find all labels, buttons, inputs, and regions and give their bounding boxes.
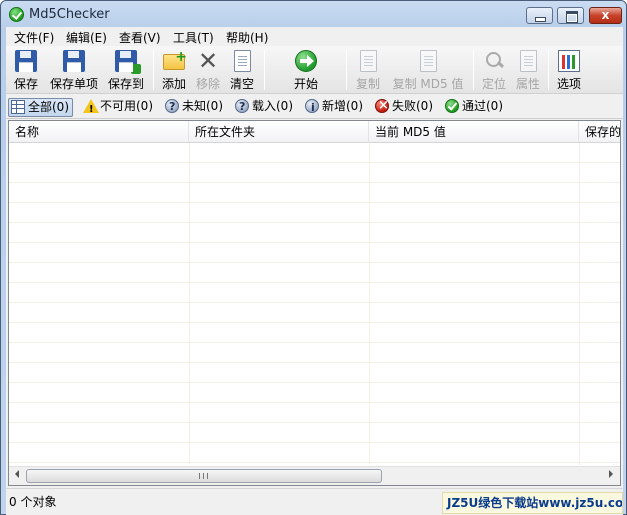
close-button[interactable]: x — [589, 7, 622, 24]
client-area: 文件(F) 编辑(E) 查看(V) 工具(T) 帮助(H) 保存 保存单项 保存… — [6, 27, 623, 515]
horizontal-scrollbar[interactable] — [9, 466, 620, 485]
start-button[interactable]: 开始 — [286, 48, 326, 92]
save-item-button[interactable]: 保存单项 — [46, 48, 102, 92]
save-label: 保存 — [13, 77, 38, 91]
filter-bar: 全部(0) 不可用(0) 未知(0) 载入(0) 新增(0) 失败(0) — [6, 95, 623, 119]
locate-label: 定位 — [481, 77, 506, 91]
remove-button[interactable]: ✕ 移除 — [192, 48, 224, 92]
options-icon — [558, 50, 580, 72]
copy-button[interactable]: 复制 — [352, 48, 384, 92]
toolbar: 保存 保存单项 保存到 + 添加 ✕ 移除 清空 开始 复制 复制 MD5 值 … — [6, 46, 623, 94]
scrollbar-thumb[interactable] — [26, 469, 382, 483]
clear-label: 清空 — [229, 77, 254, 91]
filter-loaded-label: 载入(0) — [252, 99, 293, 113]
toolbar-separator — [548, 50, 549, 90]
scroll-right-icon[interactable] — [609, 470, 613, 478]
filter-new[interactable]: 新增(0) — [303, 98, 363, 117]
close-icon: x — [601, 8, 610, 22]
column-header-current-md5[interactable]: 当前 MD5 值 — [369, 121, 579, 143]
properties-icon — [520, 50, 537, 72]
maximize-button[interactable] — [557, 7, 584, 24]
menu-file[interactable]: 文件(F) — [14, 29, 54, 46]
floppy-disk-arrow-icon — [115, 50, 141, 74]
column-divider — [189, 143, 190, 465]
title-bar[interactable]: Md5Checker x — [1, 1, 626, 27]
column-header-name[interactable]: 名称 — [9, 121, 189, 143]
list-header: 名称 所在文件夹 当前 MD5 值 保存的 — [9, 121, 620, 143]
filter-unknown-label: 未知(0) — [182, 99, 223, 113]
list-rows — [9, 143, 620, 465]
save-item-label: 保存单项 — [49, 77, 98, 91]
properties-button[interactable]: 属性 — [512, 48, 544, 92]
toolbar-separator — [473, 50, 474, 90]
copy-md5-icon — [420, 50, 437, 72]
filter-failed[interactable]: 失败(0) — [373, 97, 433, 117]
column-divider — [369, 143, 370, 465]
clear-button[interactable]: 清空 — [226, 48, 258, 92]
copy-label: 复制 — [355, 77, 380, 91]
toolbar-separator — [346, 50, 347, 90]
site-watermark: JZ5U绿色下载站www.jz5u.com — [442, 492, 623, 514]
toolbar-separator — [264, 50, 265, 90]
filter-unavailable-label: 不可用(0) — [100, 99, 153, 113]
filter-passed-label: 通过(0) — [462, 99, 503, 113]
copy-md5-button[interactable]: 复制 MD5 值 — [388, 48, 468, 92]
locate-button[interactable]: 定位 — [478, 48, 510, 92]
floppy-disk-icon — [15, 50, 37, 72]
go-arrow-icon — [295, 50, 317, 72]
filter-failed-label: 失败(0) — [392, 99, 433, 113]
info-icon — [305, 99, 319, 116]
floppy-disk-icon — [63, 50, 85, 72]
properties-label: 属性 — [515, 77, 540, 91]
filter-unknown[interactable]: 未知(0) — [163, 98, 223, 117]
app-check-icon — [9, 7, 24, 22]
blank-document-icon — [234, 50, 251, 72]
window-title: Md5Checker — [29, 7, 110, 22]
folder-add-icon: + — [163, 49, 187, 70]
filter-unavailable[interactable]: 不可用(0) — [81, 98, 153, 118]
column-header-folder[interactable]: 所在文件夹 — [189, 121, 369, 143]
warning-icon — [83, 99, 99, 118]
object-count: 0 个对象 — [9, 495, 57, 509]
error-icon — [375, 97, 389, 114]
filter-passed[interactable]: 通过(0) — [443, 98, 503, 117]
filter-loaded[interactable]: 载入(0) — [233, 98, 293, 117]
minimize-button[interactable] — [526, 7, 553, 24]
save-to-label: 保存到 — [107, 77, 144, 91]
grip-icon — [199, 473, 208, 479]
app-window: Md5Checker x 文件(F) 编辑(E) 查看(V) 工具(T) 帮助(… — [0, 0, 627, 515]
options-label: 选项 — [556, 77, 581, 91]
check-icon — [445, 99, 459, 113]
menu-help[interactable]: 帮助(H) — [226, 29, 268, 46]
question-icon — [235, 98, 249, 115]
menu-edit[interactable]: 编辑(E) — [66, 29, 107, 46]
save-button[interactable]: 保存 — [8, 48, 44, 92]
menu-tools[interactable]: 工具(T) — [173, 29, 214, 46]
options-button[interactable]: 选项 — [553, 48, 585, 92]
scroll-left-icon[interactable] — [15, 470, 19, 478]
column-divider — [579, 143, 580, 465]
remove-x-icon: ✕ — [197, 47, 219, 75]
save-to-button[interactable]: 保存到 — [104, 48, 148, 92]
column-header-saved[interactable]: 保存的 — [579, 121, 620, 143]
filter-all[interactable]: 全部(0) — [8, 98, 73, 117]
filter-new-label: 新增(0) — [322, 99, 363, 113]
copy-md5-label: 复制 MD5 值 — [392, 77, 464, 91]
menu-bar: 文件(F) 编辑(E) 查看(V) 工具(T) 帮助(H) — [6, 27, 623, 46]
toolbar-separator — [153, 50, 154, 90]
copy-icon — [360, 50, 377, 72]
table-icon — [11, 100, 25, 114]
menu-view[interactable]: 查看(V) — [119, 29, 161, 46]
question-icon — [165, 98, 179, 115]
file-list[interactable]: 名称 所在文件夹 当前 MD5 值 保存的 — [8, 120, 621, 486]
status-bar: 0 个对象 JZ5U绿色下载站www.jz5u.com — [6, 488, 623, 515]
add-button[interactable]: + 添加 — [158, 48, 190, 92]
magnifier-icon — [483, 50, 505, 72]
start-label: 开始 — [293, 77, 318, 91]
remove-label: 移除 — [195, 77, 220, 91]
filter-all-label: 全部(0) — [28, 100, 69, 114]
add-label: 添加 — [161, 77, 186, 91]
